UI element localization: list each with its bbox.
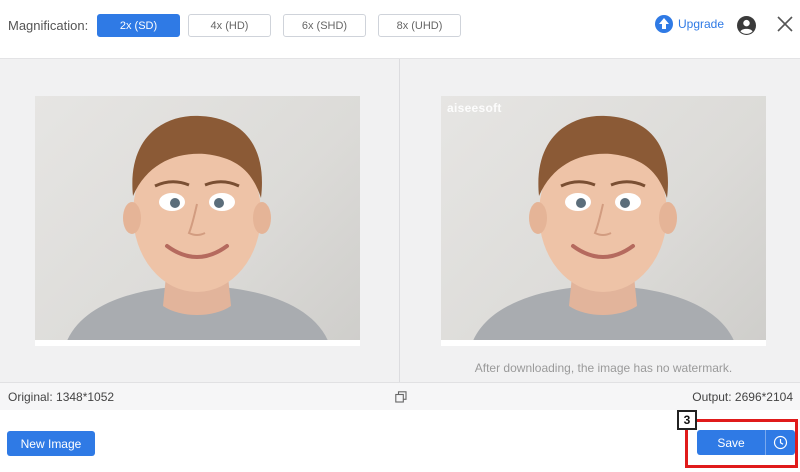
- upload-arrow-icon: [655, 15, 673, 33]
- clock-icon: [773, 435, 788, 450]
- upgrade-label: Upgrade: [678, 17, 725, 31]
- preview-area: aiseesoft After downloading, the image h…: [0, 58, 800, 383]
- step-number-badge: 3: [677, 410, 697, 430]
- magnification-8x-button[interactable]: 8x (UHD): [378, 14, 461, 37]
- save-button[interactable]: Save: [697, 430, 765, 455]
- save-button-group: Save: [697, 430, 795, 455]
- portrait-illustration: [67, 115, 328, 340]
- history-button[interactable]: [765, 430, 795, 455]
- portrait-illustration: [473, 115, 734, 340]
- watermark-note: After downloading, the image has no wate…: [474, 361, 733, 375]
- compare-icon[interactable]: [395, 391, 407, 403]
- top-toolbar: Magnification: 2x (SD) 4x (HD) 6x (SHD) …: [0, 0, 800, 52]
- user-account-icon[interactable]: [737, 16, 756, 35]
- upgrade-link[interactable]: Upgrade: [655, 15, 724, 33]
- output-resolution: Output: 2696*2104: [692, 390, 793, 404]
- magnification-4x-button[interactable]: 4x (HD): [188, 14, 271, 37]
- original-resolution: Original: 1348*1052: [8, 390, 115, 404]
- magnification-6x-button[interactable]: 6x (SHD): [283, 14, 366, 37]
- watermark-logo: aiseesoft: [447, 101, 502, 115]
- new-image-button[interactable]: New Image: [7, 431, 95, 456]
- output-image-preview: aiseesoft: [441, 96, 766, 346]
- magnification-label: Magnification:: [8, 18, 89, 33]
- close-icon[interactable]: [776, 15, 794, 33]
- magnification-2x-button[interactable]: 2x (SD): [97, 14, 180, 37]
- original-image-preview: [35, 96, 360, 346]
- resolution-info-bar: Original: 1348*1052 Output: 2696*2104: [0, 382, 800, 410]
- preview-divider[interactable]: [399, 59, 400, 383]
